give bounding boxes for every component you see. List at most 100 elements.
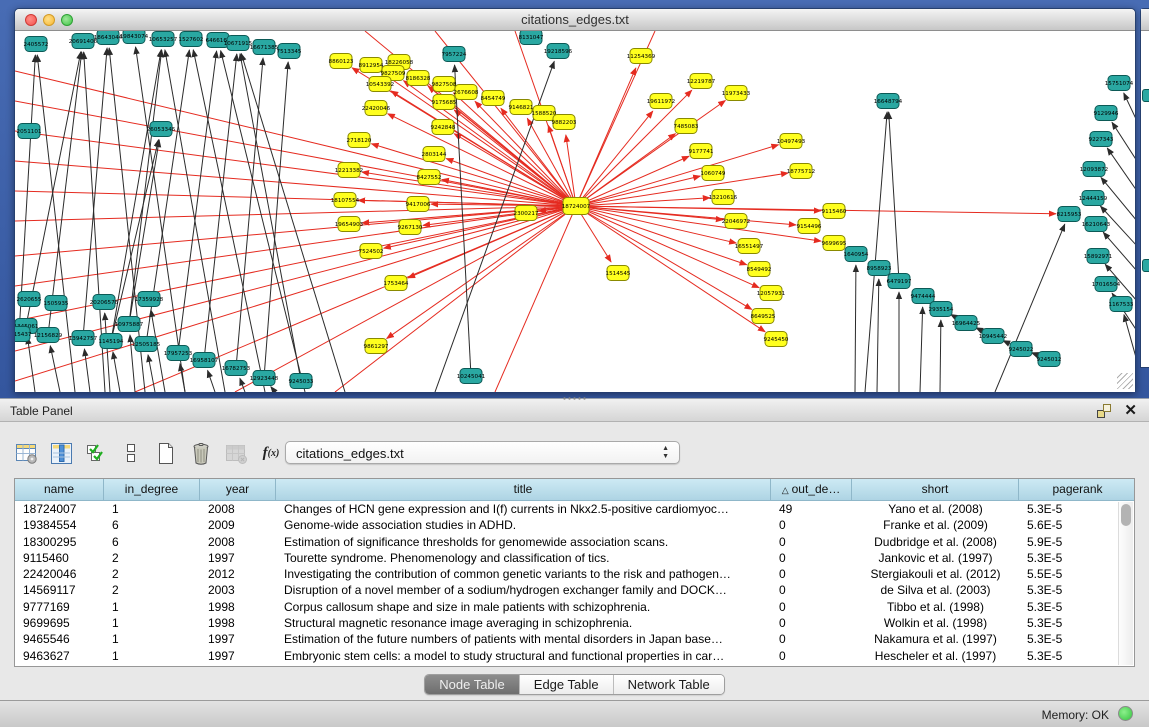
network-window[interactable]: citations_edges.txt 18724007886012389129… bbox=[14, 8, 1136, 392]
cell-year[interactable]: 2012 bbox=[200, 566, 276, 582]
graph-node[interactable]: 26053346 bbox=[147, 122, 176, 137]
graph-node[interactable]: 12156829 bbox=[34, 328, 63, 343]
tab-network-table[interactable]: Network Table bbox=[614, 675, 724, 694]
graph-node[interactable]: 2300217 bbox=[514, 206, 539, 221]
cell-short[interactable]: Nakamura et al. (1997) bbox=[852, 631, 1019, 647]
table-selector-dropdown[interactable]: citations_edges.txt ▲▼ bbox=[285, 441, 680, 464]
cell-out_de[interactable]: 49 bbox=[771, 501, 852, 517]
graph-node[interactable]: 11254369 bbox=[627, 49, 656, 64]
cell-title[interactable]: Estimation of the future numbers of pati… bbox=[276, 631, 771, 647]
select-columns-button[interactable] bbox=[49, 441, 73, 465]
graph-node[interactable]: 19611972 bbox=[647, 94, 675, 109]
table-row[interactable]: 1830029562008Estimation of significance … bbox=[15, 534, 1134, 550]
new-table-button[interactable] bbox=[154, 441, 178, 465]
table-panel-header[interactable]: Table Panel ✕ bbox=[0, 398, 1149, 422]
graph-node[interactable]: 9245022 bbox=[1009, 342, 1034, 357]
citation-edge-black[interactable] bbox=[920, 307, 923, 392]
graph-node[interactable]: 16648794 bbox=[874, 94, 903, 109]
citation-edge-black[interactable] bbox=[1107, 148, 1135, 191]
graph-node[interactable]: 2620655 bbox=[17, 292, 42, 307]
citation-edge-red[interactable] bbox=[576, 198, 710, 206]
graph-node[interactable]: 10245041 bbox=[457, 369, 486, 384]
cell-out_de[interactable]: 0 bbox=[771, 550, 852, 566]
graph-node[interactable]: 22046972 bbox=[722, 214, 750, 229]
cell-short[interactable]: Franke et al. (2009) bbox=[852, 517, 1019, 533]
graph-node[interactable]: 2405572 bbox=[24, 37, 49, 52]
graph-node[interactable]: 17359928 bbox=[135, 292, 164, 307]
cell-name[interactable]: 18300295 bbox=[15, 534, 104, 550]
cell-name[interactable]: 18724007 bbox=[15, 501, 104, 517]
citation-edge-black[interactable] bbox=[1124, 315, 1135, 361]
citation-edge-red[interactable] bbox=[576, 173, 788, 206]
citation-edge-black[interactable] bbox=[1112, 122, 1135, 161]
cell-year[interactable]: 1997 bbox=[200, 550, 276, 566]
cell-name[interactable]: 14569117 bbox=[15, 582, 104, 598]
panel-drag-handle[interactable] bbox=[562, 396, 588, 401]
graph-node[interactable]: 8186328 bbox=[406, 71, 431, 86]
graph-node[interactable]: 15892971 bbox=[1084, 249, 1113, 264]
graph-node[interactable]: 8549492 bbox=[747, 262, 772, 277]
graph-node[interactable]: 7513345 bbox=[277, 44, 302, 59]
graph-node[interactable]: 18643044 bbox=[94, 31, 123, 45]
column-header-out_de[interactable]: △out_de… bbox=[771, 479, 852, 500]
graph-node[interactable]: 2935154 bbox=[929, 302, 954, 317]
graph-node[interactable]: 13942757 bbox=[69, 331, 98, 346]
graph-node[interactable]: 9242848 bbox=[431, 120, 456, 135]
graph-node[interactable]: 1060749 bbox=[701, 166, 726, 181]
graph-node[interactable]: 8454749 bbox=[481, 91, 506, 106]
graph-node[interactable]: 9227343 bbox=[1089, 132, 1114, 147]
column-header-year[interactable]: year bbox=[200, 479, 276, 500]
cell-title[interactable]: Tourette syndrome. Phenomenology and cla… bbox=[276, 550, 771, 566]
citation-edge-red[interactable] bbox=[335, 206, 576, 392]
network-window-titlebar[interactable]: citations_edges.txt bbox=[15, 9, 1135, 31]
cell-out_de[interactable]: 0 bbox=[771, 631, 852, 647]
cell-out_de[interactable]: 0 bbox=[771, 599, 852, 615]
cell-title[interactable]: Corpus callosum shape and size in male p… bbox=[276, 599, 771, 615]
cell-name[interactable]: 9115460 bbox=[15, 550, 104, 566]
column-header-short[interactable]: short bbox=[852, 479, 1019, 500]
cell-in_degree[interactable]: 6 bbox=[104, 534, 200, 550]
graph-node[interactable]: 9245033 bbox=[289, 374, 314, 389]
column-header-title[interactable]: title bbox=[276, 479, 771, 500]
graph-node[interactable]: 12213382 bbox=[335, 163, 363, 178]
citation-edge-black[interactable] bbox=[204, 54, 237, 360]
graph-node[interactable]: 19843074 bbox=[120, 31, 149, 44]
graph-node[interactable]: 8958923 bbox=[867, 261, 892, 276]
citation-edge-black[interactable] bbox=[208, 370, 215, 392]
cell-year[interactable]: 1998 bbox=[200, 615, 276, 631]
function-builder-button[interactable]: f(x) bbox=[259, 441, 283, 465]
citation-edge-black[interactable] bbox=[180, 364, 185, 392]
delete-table-button[interactable] bbox=[189, 441, 213, 465]
graph-node[interactable]: 1505935 bbox=[44, 296, 69, 311]
cell-short[interactable]: de Silva et al. (2003) bbox=[852, 582, 1019, 598]
graph-node[interactable]: 9474444 bbox=[911, 289, 936, 304]
graph-node[interactable]: 2718120 bbox=[347, 133, 372, 148]
table-row[interactable]: 1456911722003Disruption of a novel membe… bbox=[15, 582, 1134, 598]
graph-node[interactable]: 9417006 bbox=[406, 197, 431, 212]
graph-node[interactable]: 7957224 bbox=[442, 47, 467, 62]
graph-node[interactable]: 8215953 bbox=[1057, 207, 1082, 222]
citation-edge-red[interactable] bbox=[15, 191, 576, 206]
graph-node[interactable]: 17957253 bbox=[164, 346, 193, 361]
citation-edge-red[interactable] bbox=[576, 176, 700, 206]
cell-year[interactable]: 1997 bbox=[200, 648, 276, 664]
graph-node[interactable]: 18107554 bbox=[331, 193, 360, 208]
cell-out_de[interactable]: 0 bbox=[771, 615, 852, 631]
scrollbar-thumb[interactable] bbox=[1121, 504, 1131, 526]
graph-node[interactable]: 16964425 bbox=[952, 316, 981, 331]
table-row[interactable]: 1872400712008Changes of HCN gene express… bbox=[15, 501, 1134, 517]
citation-edge-black[interactable] bbox=[50, 346, 60, 392]
graph-node[interactable]: 2051101 bbox=[17, 124, 42, 139]
citation-edge-red[interactable] bbox=[527, 118, 576, 206]
graph-node[interactable]: 8131047 bbox=[519, 31, 544, 45]
citation-edge-black[interactable] bbox=[877, 279, 879, 392]
cell-short[interactable]: Jankovic et al. (1997) bbox=[852, 550, 1019, 566]
cell-short[interactable]: Yano et al. (2008) bbox=[852, 501, 1019, 517]
graph-node[interactable]: 12093872 bbox=[1080, 162, 1108, 177]
cell-title[interactable]: Investigating the contribution of common… bbox=[276, 566, 771, 582]
graph-node[interactable]: 9245012 bbox=[1037, 352, 1062, 367]
graph-node[interactable]: 9861297 bbox=[364, 339, 389, 354]
row-height-button[interactable] bbox=[119, 441, 143, 465]
cell-in_degree[interactable]: 1 bbox=[104, 615, 200, 631]
graph-node[interactable]: 9882203 bbox=[552, 115, 577, 130]
